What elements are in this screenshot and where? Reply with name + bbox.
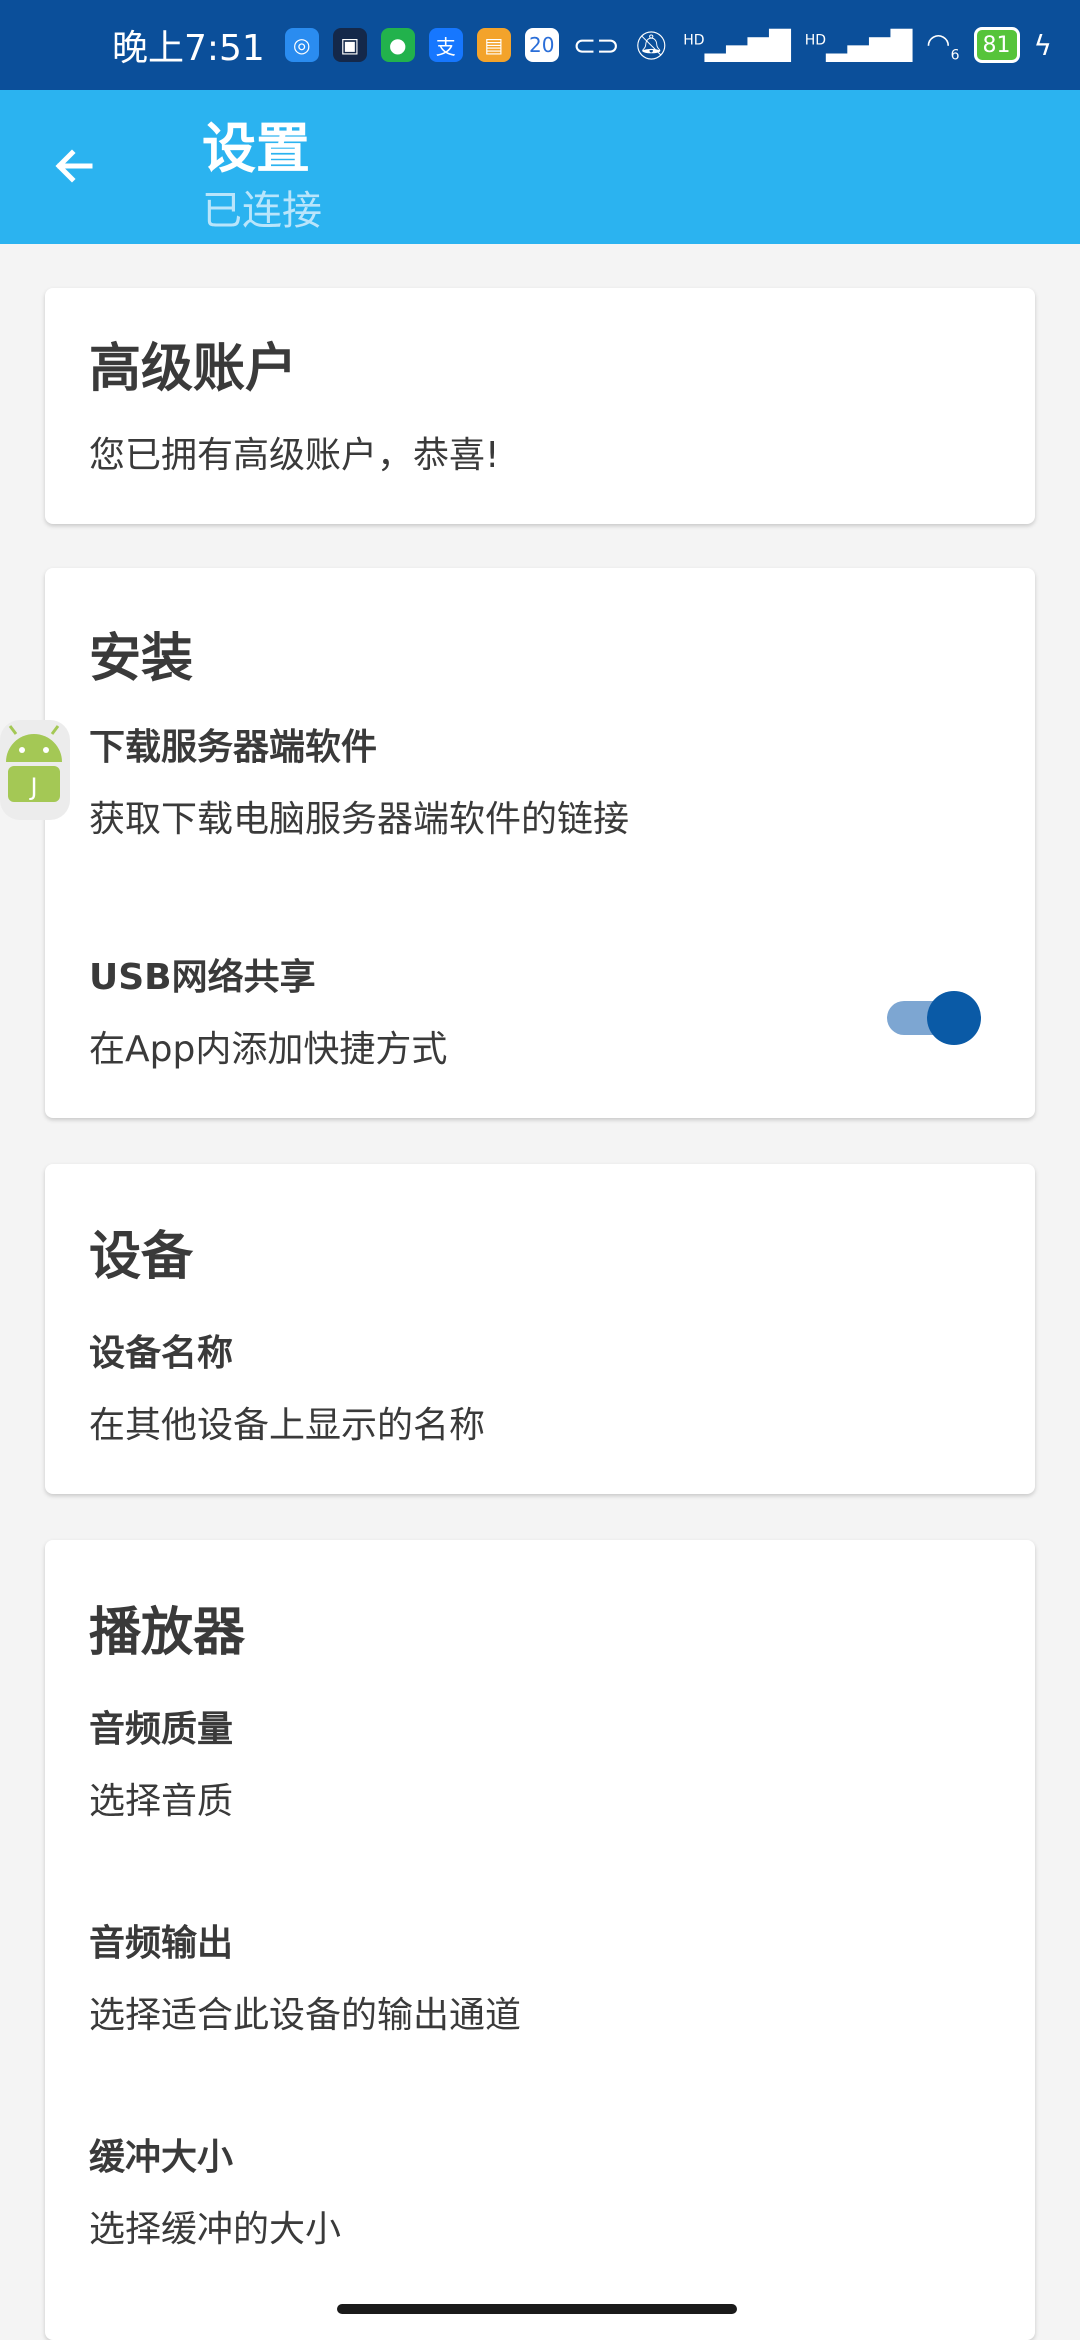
calendar-day: 20 — [529, 33, 555, 57]
status-bar: 晚上7:51 ◎ ▣ ● 支 ▤ 20 ⊂⊃ 🔕︎ HD▂▄▆█ HD▂▄▆█ … — [0, 0, 1080, 90]
download-server-title: 下载服务器端软件 — [89, 727, 378, 768]
battery-level: 81 — [982, 32, 1011, 58]
floating-android-bubble[interactable]: J — [0, 720, 70, 820]
notes-icon: ▤ — [476, 28, 511, 62]
home-indicator[interactable] — [337, 2304, 737, 2314]
qq-icon: ◎ — [284, 28, 319, 62]
link-icon: ⊂⊃ — [572, 28, 620, 62]
buffer-size-item[interactable]: 缓冲大小 选择缓冲的大小 — [45, 2128, 1035, 2268]
download-server-item[interactable]: 下载服务器端软件 获取下载电脑服务器端软件的链接 — [45, 718, 1035, 858]
toggle-thumb — [927, 991, 981, 1045]
status-time: 晚上7:51 — [111, 28, 265, 69]
audio-quality-subtitle: 选择音质 — [89, 1781, 234, 1822]
audio-quality-item[interactable]: 音频质量 选择音质 — [45, 1700, 1035, 1840]
download-server-subtitle: 获取下载电脑服务器端软件的链接 — [89, 799, 630, 840]
premium-card: 高级账户 您已拥有高级账户，恭喜! — [45, 288, 1035, 524]
wechat-icon: ● — [380, 28, 415, 62]
premium-subtitle: 您已拥有高级账户，恭喜! — [89, 435, 500, 476]
device-title: 设备 — [89, 1227, 194, 1287]
wifi-label: 6 — [950, 47, 960, 64]
audio-output-title: 音频输出 — [89, 1923, 234, 1964]
buffer-size-subtitle: 选择缓冲的大小 — [89, 2209, 342, 2250]
mute-icon: 🔕︎ — [633, 28, 670, 62]
hd-signal-icon: HD▂▄▆█ — [683, 28, 791, 62]
buffer-size-title: 缓冲大小 — [89, 2137, 234, 2178]
hd-signal-icon: HD▂▄▆█ — [804, 28, 913, 62]
svg-text:J: J — [28, 773, 37, 801]
app-bar: 设置 已连接 — [0, 90, 1080, 244]
back-button[interactable] — [36, 128, 112, 204]
battery-icon: 81 — [973, 27, 1020, 63]
page-title: 设置 — [202, 117, 310, 180]
install-card: 安装 下载服务器端软件 获取下载电脑服务器端软件的链接 USB网络共享 在App… — [45, 568, 1035, 1118]
device-name-title: 设备名称 — [89, 1333, 234, 1374]
device-name-subtitle: 在其他设备上显示的名称 — [89, 1405, 486, 1446]
signal-label-2: HD — [804, 32, 827, 49]
player-card: 播放器 音频质量 选择音质 音频输出 选择适合此设备的输出通道 缓冲大小 选择缓… — [45, 1540, 1035, 2340]
arrow-back-icon — [55, 149, 93, 183]
wifi-icon: ◠6 — [926, 26, 960, 64]
device-name-item[interactable]: 设备名称 在其他设备上显示的名称 — [45, 1324, 1035, 1464]
signal-label: HD — [683, 32, 705, 49]
premium-title: 高级账户 — [89, 339, 298, 399]
usb-tethering-subtitle: 在App内添加快捷方式 — [89, 1029, 448, 1070]
usb-tethering-title: USB网络共享 — [89, 957, 316, 998]
charging-icon: ϟ — [1033, 28, 1052, 62]
player-title: 播放器 — [89, 1603, 246, 1663]
usb-tethering-toggle[interactable] — [879, 983, 981, 1045]
install-title: 安装 — [89, 629, 194, 689]
audio-output-subtitle: 选择适合此设备的输出通道 — [89, 1995, 522, 2036]
device-card: 设备 设备名称 在其他设备上显示的名称 — [45, 1164, 1035, 1494]
app-icon: ▣ — [332, 28, 367, 62]
calendar-icon: 20 — [524, 28, 559, 62]
alipay-icon: 支 — [428, 28, 463, 62]
audio-output-item[interactable]: 音频输出 选择适合此设备的输出通道 — [45, 1914, 1035, 2054]
connection-status: 已连接 — [202, 188, 322, 234]
android-icon: J — [0, 720, 70, 820]
audio-quality-title: 音频质量 — [89, 1709, 234, 1750]
